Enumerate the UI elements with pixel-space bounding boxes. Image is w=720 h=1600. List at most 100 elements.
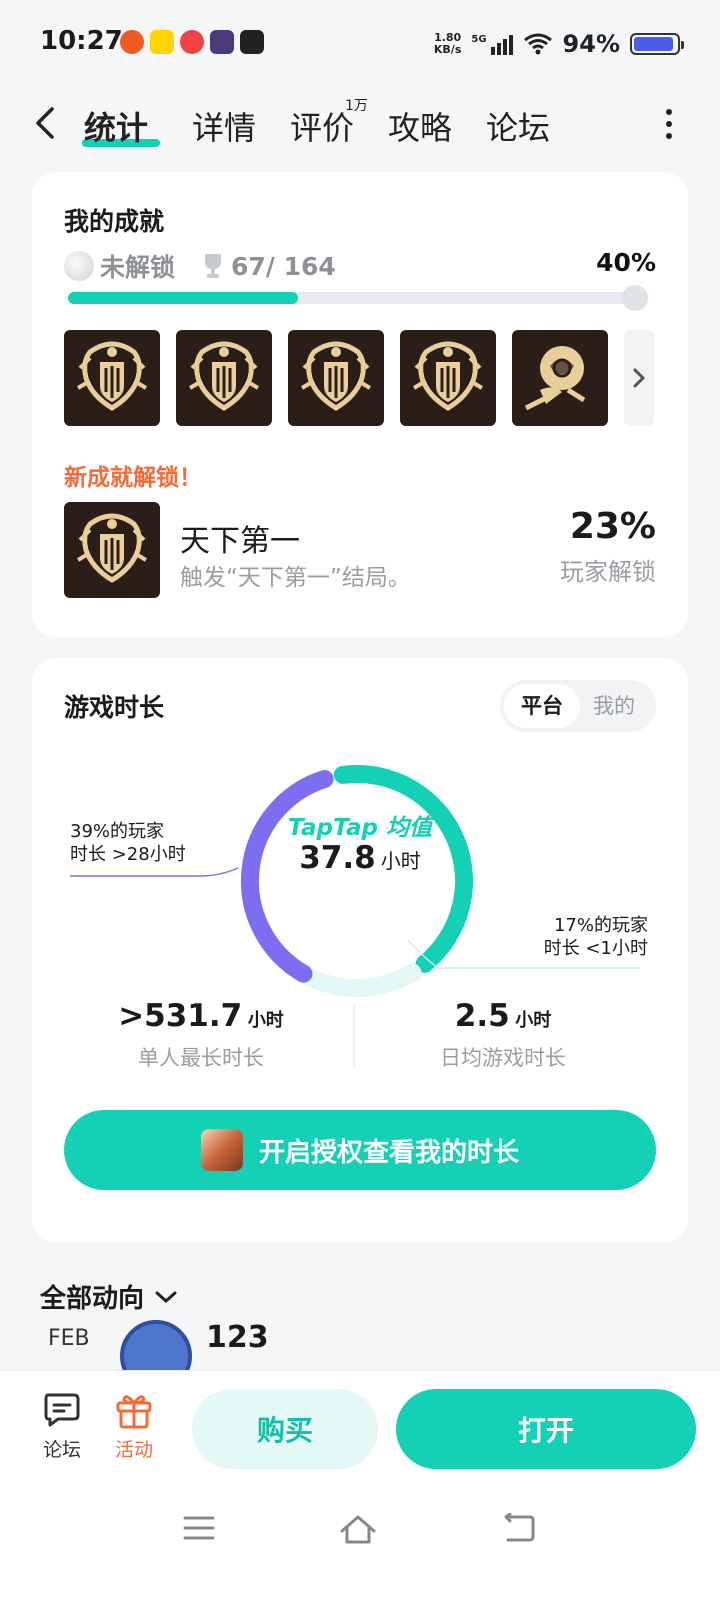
back-button[interactable] — [32, 105, 62, 141]
stat-daily-average: 2.5 小时 日均游戏时长 — [358, 998, 648, 1072]
more-menu-button[interactable] — [664, 109, 674, 139]
achievement-badge-rose[interactable] — [512, 330, 608, 426]
chevron-down-icon — [155, 1291, 177, 1303]
achievement-badges — [64, 330, 608, 426]
playtime-title: 游戏时长 — [64, 693, 165, 722]
menu-icon[interactable] — [182, 1513, 216, 1543]
achievement-progress-bar — [68, 285, 648, 311]
tab-details[interactable]: 详情 — [192, 103, 256, 149]
toggle-mine[interactable]: 我的 — [576, 684, 652, 728]
k-app-icon — [210, 30, 234, 54]
achievements-card: 我的成就 未解锁 67/ 164 40% 新成就解锁！ 天下第一 触发“天下第一… — [32, 172, 688, 637]
crest-icon — [300, 341, 372, 411]
avg-hours-unit: 小时 — [380, 849, 421, 873]
new-unlock-label: 新成就解锁！ — [64, 465, 202, 491]
note-over-28h-line1: 39%的玩家 — [70, 821, 165, 842]
game-avatar-icon — [200, 1129, 243, 1171]
signal-icon — [490, 33, 513, 55]
back-nav-icon[interactable] — [502, 1513, 536, 1543]
note-over-28h: 39%的玩家 时长 >28小时 — [70, 820, 186, 866]
stat-longest-number: 531.7 — [144, 998, 243, 1034]
open-button[interactable]: 打开 — [396, 1389, 696, 1469]
trophy-icon — [205, 254, 222, 278]
chat-bubble-icon — [44, 1393, 80, 1427]
badges-next-button[interactable] — [624, 330, 654, 426]
playtime-card: 游戏时长 平台 我的 TapTap 均值 37.8 小时 39%的玩家 时长 >… — [32, 658, 688, 1243]
network-type: 5G — [471, 33, 487, 45]
feed-filter-label: 全部动向 — [40, 1284, 145, 1314]
gem-icon — [64, 251, 94, 281]
forum-label: 论坛 — [42, 1439, 81, 1461]
feed-filter-dropdown[interactable]: 全部动向 — [40, 1278, 178, 1315]
achievement-badge-crest[interactable] — [400, 330, 496, 426]
featured-achievement-percent-label: 玩家解锁 — [560, 558, 656, 586]
buy-button[interactable]: 购买 — [192, 1389, 378, 1469]
stat-longest-session: >531.7 小时 单人最长时长 — [56, 998, 346, 1072]
locked-label: 未解锁 — [100, 253, 176, 282]
mascot-app-icon — [180, 30, 204, 54]
stat-daily-value: 2.5 小时 — [358, 998, 648, 1034]
achievement-count: 67/ 164 — [231, 251, 336, 281]
activity-button[interactable]: 活动 — [104, 1391, 164, 1462]
featured-achievement-badge[interactable] — [64, 502, 160, 598]
stat-daily-label: 日均游戏时长 — [440, 1046, 566, 1070]
achievement-badge-crest[interactable] — [288, 330, 384, 426]
battery-icon — [630, 33, 684, 55]
featured-achievement-percent: 23% — [569, 506, 656, 547]
stat-longest-value: >531.7 小时 — [56, 998, 346, 1034]
crest-icon — [412, 341, 484, 411]
achievement-badge-crest[interactable] — [64, 330, 160, 426]
tab-stats[interactable]: 统计 — [84, 103, 148, 149]
note-over-28h-line2: 时长 >28小时 — [70, 844, 186, 865]
authorize-button-label: 开启授权查看我的时长 — [258, 1137, 519, 1168]
stat-daily-number: 2.5 — [454, 998, 510, 1034]
battery-percent: 94% — [562, 30, 620, 58]
featured-achievement-desc: 触发“天下第一”结局。 — [180, 565, 411, 591]
taptap-average-label: TapTap 均值 — [288, 815, 432, 841]
home-icon[interactable] — [338, 1513, 378, 1545]
chevron-right-icon — [633, 368, 646, 388]
seven-app-icon — [150, 30, 174, 54]
feed-month: FEB — [48, 1326, 90, 1351]
net-speed-unit: KB/s — [433, 43, 462, 56]
gift-icon — [116, 1395, 152, 1429]
platform-mine-toggle: 平台 我的 — [500, 680, 656, 732]
system-nav-bar — [0, 1501, 720, 1561]
unlock-summary: 未解锁 67/ 164 — [64, 248, 336, 284]
toggle-platform[interactable]: 平台 — [504, 684, 580, 728]
bottom-action-bar: 论坛 活动 购买 打开 — [0, 1370, 720, 1600]
avg-hours-value: 37.8 — [299, 840, 376, 876]
stat-longest-label: 单人最长时长 — [138, 1046, 264, 1070]
crest-icon — [76, 513, 148, 583]
pumpkin-app-icon — [120, 30, 144, 54]
crest-icon — [76, 341, 148, 411]
stat-daily-unit: 小时 — [515, 1010, 552, 1031]
progress-end-icon — [622, 285, 648, 311]
cat-app-icon — [240, 30, 264, 54]
authorize-playtime-button[interactable]: 开启授权查看我的时长 — [64, 1110, 656, 1190]
donut-segment-under-1h — [302, 963, 422, 997]
forum-button[interactable]: 论坛 — [32, 1391, 92, 1462]
note-under-1h-line2: 时长 <1小时 — [543, 938, 648, 959]
achievement-progress-fill — [68, 292, 299, 304]
achievement-badge-crest[interactable] — [176, 330, 272, 426]
taptap-average-value: 37.8 小时 — [268, 840, 452, 876]
tab-guides[interactable]: 攻略 — [388, 103, 452, 149]
status-right: 1.80 KB/s 5G 94% — [434, 30, 684, 58]
net-speed: 1.80 KB/s — [434, 32, 461, 56]
status-time: 10:27 — [40, 26, 123, 56]
notification-icons — [120, 30, 264, 54]
wifi-icon — [523, 33, 552, 55]
note-under-1h-line1: 17%的玩家 — [553, 915, 648, 936]
reviews-count-badge: 1万 — [345, 98, 368, 114]
activity-label: 活动 — [114, 1439, 153, 1461]
top-nav: 统计 详情 评价 1万 攻略 论坛 — [0, 95, 720, 155]
stat-longest-prefix: > — [118, 998, 145, 1034]
stat-longest-unit: 小时 — [247, 1010, 284, 1031]
tab-forum[interactable]: 论坛 — [486, 103, 550, 149]
achievements-title: 我的成就 — [64, 207, 165, 236]
crest-icon — [188, 341, 260, 411]
rose-icon — [524, 346, 586, 411]
note-under-1h: 17%的玩家 时长 <1小时 — [544, 914, 648, 960]
stat-divider — [353, 1004, 355, 1068]
